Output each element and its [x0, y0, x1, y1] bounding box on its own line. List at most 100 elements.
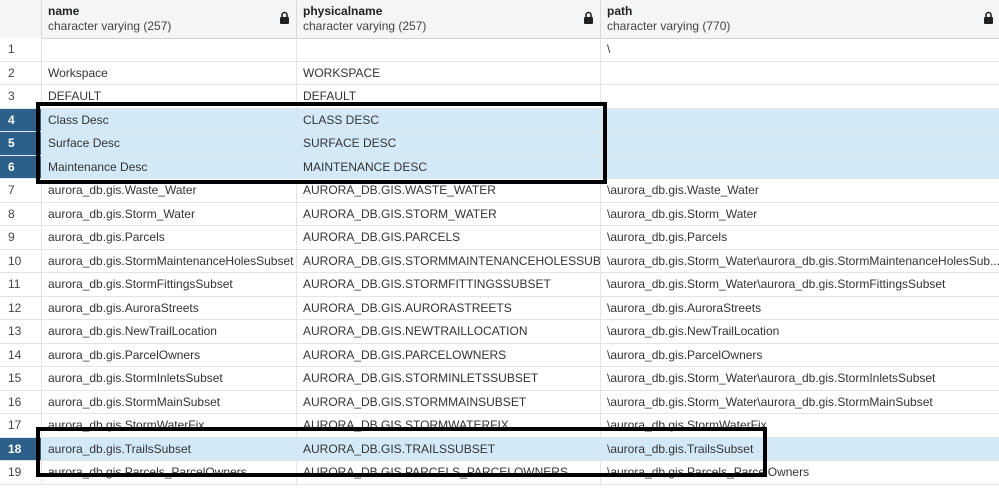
- cell-path[interactable]: \aurora_db.gis.TrailsSubset: [601, 438, 999, 461]
- table-row[interactable]: 2 Workspace WORKSPACE: [0, 61, 999, 85]
- table-row[interactable]: 4 Class Desc CLASS DESC: [0, 108, 999, 132]
- cell-path[interactable]: [601, 109, 999, 132]
- cell-name[interactable]: aurora_db.gis.Parcels_ParcelOwners: [42, 461, 297, 484]
- cell-physicalname[interactable]: AURORA_DB.GIS.NEWTRAILLOCATION: [297, 320, 601, 343]
- table-row[interactable]: 15 aurora_db.gis.StormInletsSubset AURORA_…: [0, 367, 999, 391]
- cell-name[interactable]: aurora_db.gis.Parcels: [42, 226, 297, 249]
- cell-path[interactable]: \: [601, 38, 999, 61]
- table-row[interactable]: 18 aurora_db.gis.TrailsSubset AURORA_DB.GI…: [0, 437, 999, 461]
- table-row[interactable]: 5 Surface Desc SURFACE DESC: [0, 132, 999, 156]
- table-row[interactable]: 6 Maintenance Desc MAINTENANCE DESC: [0, 155, 999, 179]
- cell-name[interactable]: aurora_db.gis.ParcelOwners: [42, 343, 297, 366]
- cell-path[interactable]: \aurora_db.gis.Parcels: [601, 226, 999, 249]
- row-number[interactable]: 15: [0, 367, 42, 390]
- table-row[interactable]: 14 aurora_db.gis.ParcelOwners AURORA_DB.GI…: [0, 343, 999, 367]
- row-number[interactable]: 1: [0, 38, 42, 61]
- row-number[interactable]: 4: [0, 108, 42, 131]
- cell-name[interactable]: Class Desc: [42, 108, 297, 131]
- row-number[interactable]: 18: [0, 437, 42, 460]
- cell-path[interactable]: \aurora_db.gis.AuroraStreets: [601, 297, 999, 320]
- table-row[interactable]: 12 aurora_db.gis.AuroraStreets AURORA_DB.G…: [0, 296, 999, 320]
- table-row[interactable]: 11 aurora_db.gis.StormFittingsSubset AUROR…: [0, 273, 999, 297]
- cell-path[interactable]: [601, 62, 999, 85]
- table-row[interactable]: 16 aurora_db.gis.StormMainSubset AURORA_DB…: [0, 390, 999, 414]
- table-row[interactable]: 9 aurora_db.gis.Parcels AURORA_DB.GIS.PARC…: [0, 226, 999, 250]
- cell-physicalname[interactable]: AURORA_DB.GIS.TRAILSSUBSET: [297, 437, 601, 460]
- cell-physicalname[interactable]: DEFAULT: [297, 85, 601, 108]
- cell-name[interactable]: [42, 38, 297, 61]
- cell-name[interactable]: aurora_db.gis.NewTrailLocation: [42, 320, 297, 343]
- cell-physicalname[interactable]: AURORA_DB.GIS.WASTE_WATER: [297, 179, 601, 202]
- cell-path[interactable]: \aurora_db.gis.Storm_Water\aurora_db.gis…: [601, 391, 999, 414]
- row-number[interactable]: 17: [0, 414, 42, 437]
- cell-path[interactable]: \aurora_db.gis.Storm_Water\aurora_db.gis…: [601, 250, 999, 273]
- row-number[interactable]: 16: [0, 390, 42, 413]
- cell-name[interactable]: aurora_db.gis.TrailsSubset: [42, 437, 297, 460]
- cell-path[interactable]: \aurora_db.gis.Storm_Water\aurora_db.gis…: [601, 273, 999, 296]
- cell-name[interactable]: Maintenance Desc: [42, 155, 297, 178]
- table-row[interactable]: 10 aurora_db.gis.StormMaintenanceHolesSub…: [0, 249, 999, 273]
- cell-physicalname[interactable]: [297, 38, 601, 61]
- row-number[interactable]: 10: [0, 249, 42, 272]
- row-number[interactable]: 3: [0, 85, 42, 108]
- cell-path[interactable]: [601, 132, 999, 155]
- row-number[interactable]: 13: [0, 320, 42, 343]
- cell-path[interactable]: \aurora_db.gis.Parcels_ParcelOwners: [601, 461, 999, 484]
- table-row[interactable]: 7 aurora_db.gis.Waste_Water AURORA_DB.GIS.…: [0, 179, 999, 203]
- column-header-physicalname[interactable]: physicalname character varying (257): [297, 0, 601, 38]
- column-header-path[interactable]: path character varying (770): [601, 0, 999, 38]
- cell-physicalname[interactable]: AURORA_DB.GIS.AURORASTREETS: [297, 296, 601, 319]
- cell-path[interactable]: \aurora_db.gis.NewTrailLocation: [601, 320, 999, 343]
- lock-icon: [280, 11, 289, 24]
- cell-name[interactable]: DEFAULT: [42, 85, 297, 108]
- row-number[interactable]: 14: [0, 343, 42, 366]
- row-number[interactable]: 5: [0, 132, 42, 155]
- cell-physicalname[interactable]: CLASS DESC: [297, 108, 601, 131]
- cell-physicalname[interactable]: AURORA_DB.GIS.STORM_WATER: [297, 202, 601, 225]
- cell-name[interactable]: aurora_db.gis.StormMaintenanceHolesSubse…: [42, 249, 297, 272]
- cell-path[interactable]: [601, 85, 999, 108]
- cell-name[interactable]: aurora_db.gis.StormFittingsSubset: [42, 273, 297, 296]
- cell-name[interactable]: aurora_db.gis.StormWaterFix: [42, 414, 297, 437]
- cell-physicalname[interactable]: AURORA_DB.GIS.STORMMAINTENANCEHOLESSUBSE…: [297, 249, 601, 272]
- cell-path[interactable]: [601, 156, 999, 179]
- cell-physicalname[interactable]: SURFACE DESC: [297, 132, 601, 155]
- cell-physicalname[interactable]: AURORA_DB.GIS.STORMFITTINGSSUBSET: [297, 273, 601, 296]
- cell-name[interactable]: aurora_db.gis.Storm_Water: [42, 202, 297, 225]
- table-row[interactable]: 1 \: [0, 38, 999, 62]
- cell-path[interactable]: \aurora_db.gis.Waste_Water: [601, 179, 999, 202]
- row-number[interactable]: 2: [0, 61, 42, 84]
- row-number[interactable]: 19: [0, 461, 42, 484]
- table-row[interactable]: 8 aurora_db.gis.Storm_Water AURORA_DB.GIS.…: [0, 202, 999, 226]
- cell-physicalname[interactable]: AURORA_DB.GIS.PARCELS_PARCELOWNERS: [297, 461, 601, 484]
- cell-name[interactable]: Surface Desc: [42, 132, 297, 155]
- cell-path[interactable]: \aurora_db.gis.Storm_Water: [601, 203, 999, 226]
- cell-physicalname[interactable]: AURORA_DB.GIS.STORMWATERFIX: [297, 414, 601, 437]
- table-row[interactable]: 19 aurora_db.gis.Parcels_ParcelOwners AURO…: [0, 461, 999, 485]
- cell-physicalname[interactable]: AURORA_DB.GIS.STORMMAINSUBSET: [297, 390, 601, 413]
- cell-name[interactable]: aurora_db.gis.Waste_Water: [42, 179, 297, 202]
- rownum-header[interactable]: [0, 0, 42, 38]
- table-row[interactable]: 13 aurora_db.gis.NewTrailLocation AURORA_D…: [0, 320, 999, 344]
- row-number[interactable]: 6: [0, 155, 42, 178]
- row-number[interactable]: 9: [0, 226, 42, 249]
- table-row[interactable]: 3 DEFAULT DEFAULT: [0, 85, 999, 109]
- cell-name[interactable]: Workspace: [42, 61, 297, 84]
- cell-path[interactable]: \aurora_db.gis.StormWaterFix: [601, 414, 999, 437]
- table-row[interactable]: 17 aurora_db.gis.StormWaterFix AURORA_DB.G…: [0, 414, 999, 438]
- cell-name[interactable]: aurora_db.gis.StormInletsSubset: [42, 367, 297, 390]
- row-number[interactable]: 7: [0, 179, 42, 202]
- cell-path[interactable]: \aurora_db.gis.ParcelOwners: [601, 344, 999, 367]
- cell-physicalname[interactable]: AURORA_DB.GIS.STORMINLETSSUBSET: [297, 367, 601, 390]
- row-number[interactable]: 8: [0, 202, 42, 225]
- row-number[interactable]: 11: [0, 273, 42, 296]
- cell-physicalname[interactable]: AURORA_DB.GIS.PARCELOWNERS: [297, 343, 601, 366]
- cell-name[interactable]: aurora_db.gis.StormMainSubset: [42, 390, 297, 413]
- column-header-name[interactable]: name character varying (257): [42, 0, 297, 38]
- cell-path[interactable]: \aurora_db.gis.Storm_Water\aurora_db.gis…: [601, 367, 999, 390]
- cell-physicalname[interactable]: WORKSPACE: [297, 61, 601, 84]
- row-number[interactable]: 12: [0, 296, 42, 319]
- cell-name[interactable]: aurora_db.gis.AuroraStreets: [42, 296, 297, 319]
- cell-physicalname[interactable]: MAINTENANCE DESC: [297, 155, 601, 178]
- cell-physicalname[interactable]: AURORA_DB.GIS.PARCELS: [297, 226, 601, 249]
